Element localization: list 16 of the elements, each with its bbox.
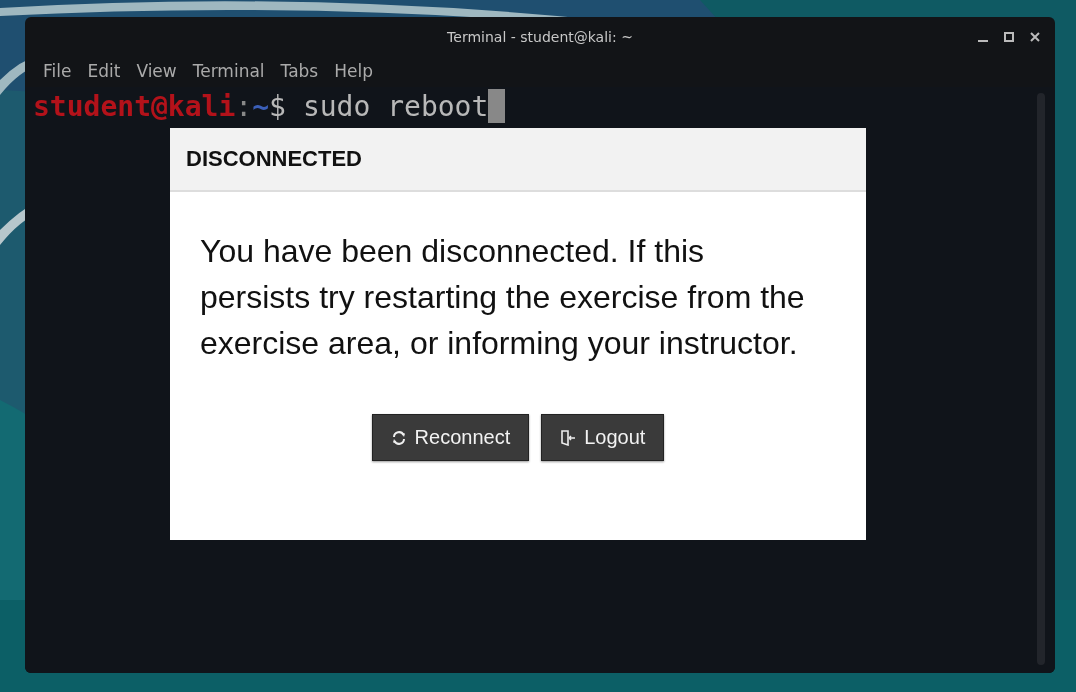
reconnect-button[interactable]: Reconnect — [371, 414, 530, 461]
prompt-user-host: student@kali — [33, 89, 236, 123]
menu-item[interactable]: Terminal — [192, 61, 265, 81]
menu-item[interactable]: File — [43, 61, 72, 81]
menu-item[interactable]: View — [136, 61, 177, 81]
dialog-title: DISCONNECTED — [186, 146, 362, 171]
prompt-symbol: $ — [269, 89, 286, 123]
command-text: sudo reboot — [302, 89, 489, 123]
menu-item[interactable]: Help — [334, 61, 373, 81]
prompt-separator: : — [235, 89, 253, 123]
menu-item[interactable]: Edit — [87, 61, 121, 81]
prompt-path: ~ — [252, 89, 269, 123]
logout-button[interactable]: Logout — [541, 414, 665, 461]
menu-item[interactable]: Tabs — [280, 61, 319, 81]
window-title: Terminal - student@kali: ~ — [446, 29, 634, 45]
dialog-message: You have been disconnected. If this persists try restarting the exercise from the exercise area, or informing your instructor. — [200, 232, 806, 363]
